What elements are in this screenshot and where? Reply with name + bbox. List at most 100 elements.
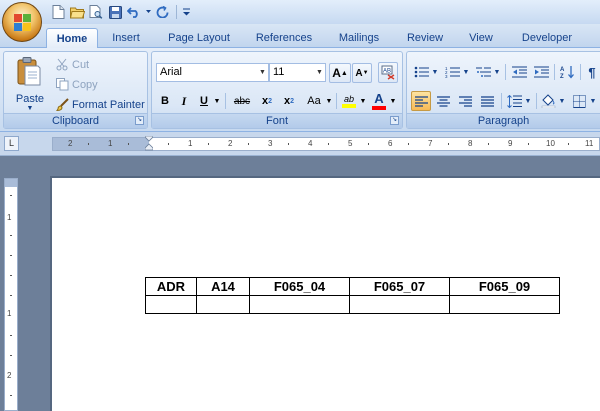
open-folder-icon[interactable] xyxy=(69,4,85,20)
paragraph-group-label: Paragraph xyxy=(407,113,600,128)
borders-dropdown-icon[interactable]: ▼ xyxy=(589,91,597,111)
print-preview-icon[interactable] xyxy=(88,4,104,20)
redo-icon[interactable] xyxy=(155,4,171,20)
align-right-icon xyxy=(458,95,472,107)
table-cell[interactable] xyxy=(349,295,450,314)
table-cell[interactable] xyxy=(449,295,560,314)
superscript-button[interactable]: x2 xyxy=(280,91,298,111)
document-table[interactable]: ADR A14 F065_04 F065_07 F065_09 xyxy=(145,277,560,314)
change-case-button[interactable]: Aa xyxy=(303,91,325,111)
separator xyxy=(536,93,537,109)
tab-page-layout[interactable]: Page Layout xyxy=(163,28,235,48)
font-size-combo[interactable]: 11 ▼ xyxy=(269,63,326,82)
show-hide-paragraph-icon[interactable]: ¶ xyxy=(583,62,600,82)
separator xyxy=(501,93,502,109)
tab-references[interactable]: References xyxy=(250,28,318,48)
format-painter-button[interactable]: Format Painter xyxy=(56,96,145,113)
multilevel-dropdown-icon[interactable]: ▼ xyxy=(493,62,501,82)
table-cell[interactable] xyxy=(196,295,250,314)
horizontal-ruler[interactable]: 2 1 1 2 3 4 5 6 7 8 9 10 11 xyxy=(52,136,600,152)
sort-button[interactable]: AZ xyxy=(557,62,577,82)
shrink-font-button[interactable]: A ▼ xyxy=(352,63,372,83)
cut-button[interactable]: Cut xyxy=(56,56,89,73)
font-color-swatch xyxy=(372,106,386,110)
save-icon[interactable] xyxy=(107,4,123,20)
align-left-button[interactable] xyxy=(411,91,431,111)
highlight-label: ab xyxy=(343,94,354,104)
line-spacing-button[interactable] xyxy=(504,91,524,111)
shading-button[interactable] xyxy=(538,91,558,111)
multilevel-list-icon xyxy=(475,67,491,77)
change-case-dropdown-icon[interactable]: ▼ xyxy=(325,91,333,111)
multilevel-list-button[interactable] xyxy=(473,62,493,82)
font-group-label: Font xyxy=(152,113,402,128)
tab-selector-icon[interactable]: L xyxy=(4,136,19,151)
copy-button[interactable]: Copy xyxy=(56,76,98,93)
subscript-button[interactable]: x2 xyxy=(258,91,276,111)
line-spacing-dropdown-icon[interactable]: ▼ xyxy=(524,91,532,111)
align-center-button[interactable] xyxy=(433,91,453,111)
borders-button[interactable] xyxy=(569,91,589,111)
undo-icon[interactable] xyxy=(126,4,142,20)
table-header-cell[interactable]: ADR xyxy=(145,277,197,296)
separator xyxy=(580,64,581,80)
tab-mailings[interactable]: Mailings xyxy=(332,28,386,48)
align-right-button[interactable] xyxy=(455,91,475,111)
bullets-button[interactable] xyxy=(411,62,431,82)
undo-dropdown-icon[interactable] xyxy=(145,4,152,20)
new-document-icon[interactable] xyxy=(50,4,66,20)
bullets-dropdown-icon[interactable]: ▼ xyxy=(431,62,439,82)
font-color-button[interactable]: A xyxy=(370,90,388,112)
ribbon-tabs: Home Insert Page Layout References Maili… xyxy=(0,24,600,48)
font-color-label: A xyxy=(374,91,384,106)
underline-dropdown-icon[interactable]: ▼ xyxy=(213,91,221,111)
paste-button[interactable]: Paste ▼ xyxy=(8,55,52,112)
increase-indent-button[interactable] xyxy=(531,62,551,82)
shading-dropdown-icon[interactable]: ▼ xyxy=(558,91,566,111)
paragraph-group: ▼ 123 ▼ ▼ AZ ¶ ▼ ▼ ▼ Paragraph xyxy=(406,51,600,129)
chevron-down-icon[interactable]: ▼ xyxy=(257,64,268,81)
vertical-ruler[interactable]: 1 1 2 xyxy=(4,178,18,411)
ruler-number: 1 xyxy=(7,213,12,222)
tab-developer[interactable]: Developer xyxy=(514,28,580,48)
tab-home[interactable]: Home xyxy=(46,28,98,48)
table-cell[interactable] xyxy=(249,295,350,314)
table-header-cell[interactable]: A14 xyxy=(196,277,250,296)
chevron-down-icon[interactable]: ▼ xyxy=(314,64,325,81)
underline-button[interactable]: U xyxy=(196,91,212,111)
ruler-number: 9 xyxy=(508,139,513,148)
grow-font-button[interactable]: A ▲ xyxy=(329,63,351,83)
ruler-number: 2 xyxy=(228,139,233,148)
bold-button[interactable]: B xyxy=(157,91,173,111)
italic-button[interactable]: I xyxy=(176,91,192,111)
sort-icon: AZ xyxy=(560,66,574,79)
strikethrough-button[interactable]: abc xyxy=(230,91,254,111)
decrease-indent-button[interactable] xyxy=(509,62,529,82)
qat-separator xyxy=(176,5,177,19)
customize-qat-icon[interactable] xyxy=(182,4,191,20)
paste-dropdown-icon[interactable]: ▼ xyxy=(8,105,52,112)
highlight-dropdown-icon[interactable]: ▼ xyxy=(359,91,367,111)
font-dialog-launcher-icon[interactable]: ↘ xyxy=(390,116,399,125)
office-button[interactable] xyxy=(2,2,42,42)
separator xyxy=(336,93,337,109)
table-header-cell[interactable]: F065_07 xyxy=(349,277,450,296)
font-name-combo[interactable]: Arial ▼ xyxy=(156,63,269,82)
scissors-icon xyxy=(56,58,68,71)
font-color-dropdown-icon[interactable]: ▼ xyxy=(389,91,397,111)
numbering-dropdown-icon[interactable]: ▼ xyxy=(462,62,470,82)
table-header-cell[interactable]: F065_09 xyxy=(449,277,560,296)
ribbon: Paste ▼ Cut Copy Format Painter Clipboar… xyxy=(0,48,600,132)
justify-button[interactable] xyxy=(477,91,497,111)
clipboard-dialog-launcher-icon[interactable]: ↘ xyxy=(135,116,144,125)
clear-formatting-button[interactable]: AB xyxy=(378,62,398,83)
table-cell[interactable] xyxy=(145,295,197,314)
indent-marker-icon[interactable] xyxy=(145,136,153,152)
tab-view[interactable]: View xyxy=(462,28,500,48)
highlight-button[interactable]: ab xyxy=(339,90,359,112)
document-page[interactable]: ADR A14 F065_04 F065_07 F065_09 xyxy=(52,178,600,411)
tab-insert[interactable]: Insert xyxy=(104,28,148,48)
table-header-cell[interactable]: F065_04 xyxy=(249,277,350,296)
numbering-button[interactable]: 123 xyxy=(442,62,462,82)
tab-review[interactable]: Review xyxy=(402,28,448,48)
